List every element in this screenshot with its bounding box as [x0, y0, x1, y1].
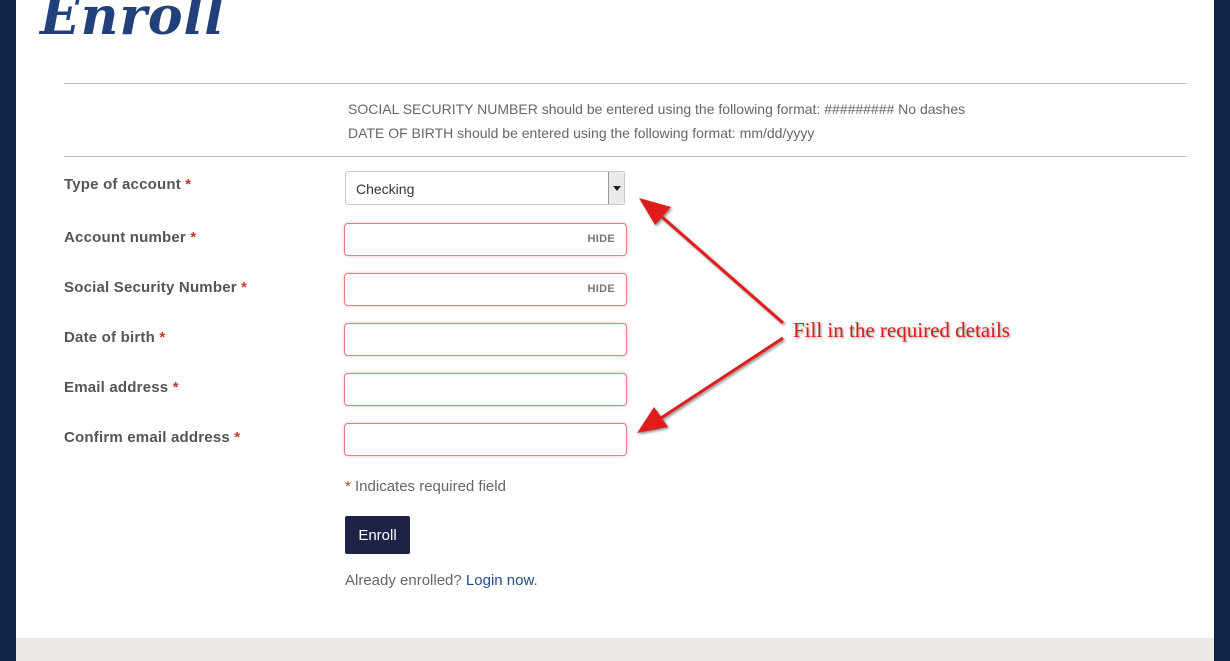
annotation-arrows	[637, 198, 784, 433]
annotation-text: Fill in the required details	[793, 318, 1010, 342]
lower-arrow-head-icon	[637, 407, 668, 433]
lower-arrow-line	[660, 336, 784, 420]
upper-arrow-line	[661, 215, 784, 325]
